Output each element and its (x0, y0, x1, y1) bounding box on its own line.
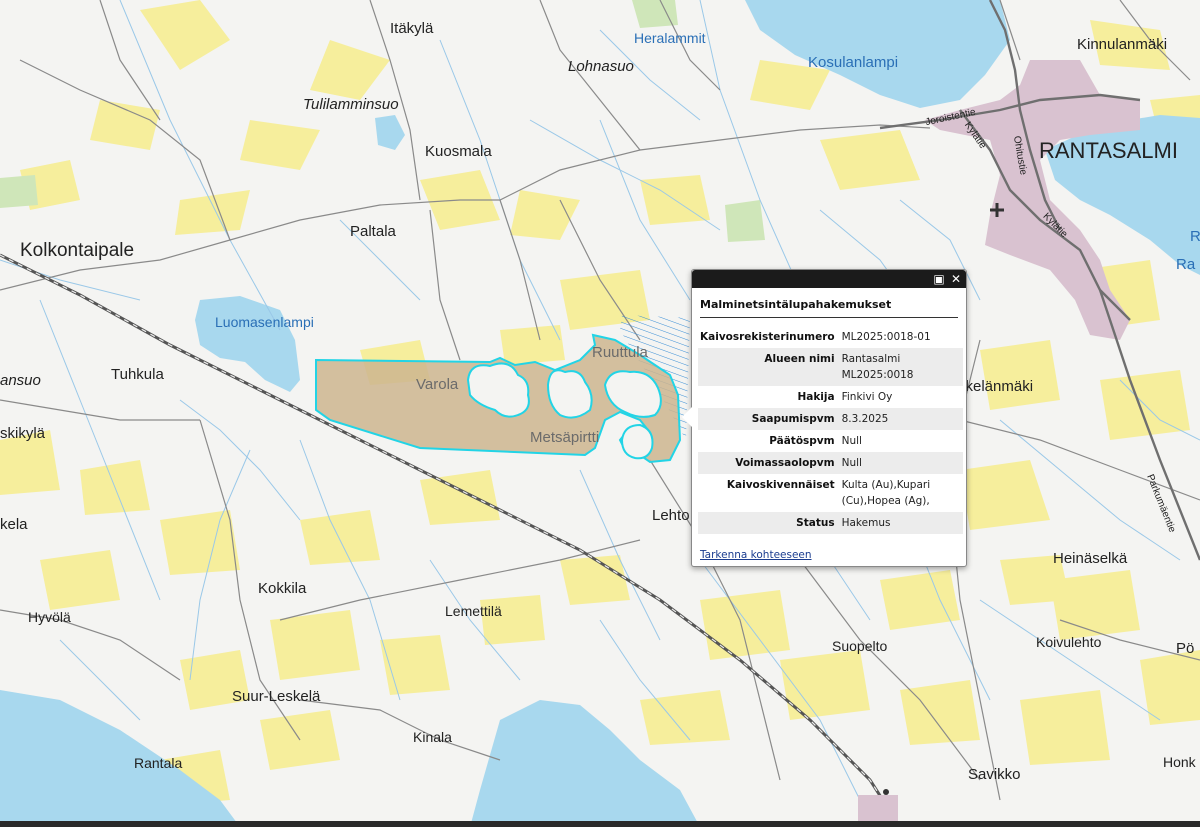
popup-layer-title: Malminetsintälupahakemukset (700, 298, 958, 318)
place-label-lemettila: Lemettilä (445, 603, 502, 619)
place-label-hyvola: Hyvölä (28, 609, 71, 625)
place-label-tulilamminsuo: Tulilamminsuo (303, 96, 399, 113)
attr-key: Saapumispvm (698, 408, 840, 430)
place-label-kinnulanmaki: Kinnulanmäki (1077, 36, 1168, 53)
table-row: Voimassaolopvm Null (698, 452, 963, 474)
place-label-luomasenlampi: Luomasenlampi (215, 314, 314, 330)
popup-titlebar: ▣ ✕ (692, 270, 966, 288)
table-row: Kaivosrekisterinumero ML2025:0018-01 (698, 326, 963, 348)
maximize-icon[interactable]: ▣ (932, 272, 946, 286)
place-label-lohnasuo: Lohnasuo (568, 58, 634, 75)
place-label-honk: Honk (1163, 754, 1196, 770)
attr-key: Päätöspvm (769, 435, 835, 447)
place-label-suopelto: Suopelto (832, 638, 888, 654)
attr-key: Voimassaolopvm (698, 452, 840, 474)
feature-info-popup: ▣ ✕ Malminetsintälupahakemukset Kaivosre… (682, 269, 967, 567)
place-label-ra-cut: Ra (1176, 256, 1196, 273)
place-label-rantala: Rantala (134, 755, 183, 771)
place-label-rantasalmi: RANTASALMI (1039, 138, 1178, 163)
attr-value: Finkivi Oy (841, 391, 893, 403)
place-label-kuosmala: Kuosmala (425, 143, 492, 160)
attr-value: Null (841, 435, 862, 447)
place-label-kolkontaipale: Kolkontaipale (20, 240, 135, 261)
bottom-edge-bar (0, 821, 1200, 827)
popup-pointer (682, 407, 692, 427)
place-label-varola: Varola (416, 376, 459, 393)
place-label-ruuttula: Ruuttula (592, 344, 648, 361)
attr-key: Kaivoskivennäiset (726, 479, 835, 491)
attr-key: Kaivosrekisterinumero (700, 331, 835, 343)
place-label-po: Pö (1176, 640, 1195, 657)
attr-value: ML2025:0018-01 (841, 331, 931, 343)
attr-value: Rantasalmi ML2025:0018 (839, 348, 963, 386)
table-row: Päätöspvm Null (698, 430, 963, 452)
place-label-kosulanlampi: Kosulanlampi (808, 54, 899, 71)
table-row: Status Hakemus (698, 512, 963, 534)
place-label-heinaselka: Heinäselkä (1053, 550, 1128, 567)
place-label-skikyla: skikylä (0, 425, 46, 442)
map-canvas[interactable] (0, 0, 1200, 827)
place-label-heralammit: Heralammit (634, 30, 706, 46)
place-label-r-cut: R (1190, 228, 1200, 245)
table-row: Alueen nimi Rantasalmi ML2025:0018 (698, 348, 963, 386)
place-label-itakyla: Itäkylä (390, 20, 434, 37)
table-row: Kaivoskivennäiset Kulta (Au),Kupari (Cu),… (698, 474, 963, 512)
place-label-skelanmaki: skelänmäki (958, 378, 1034, 395)
table-row: Hakija Finkivi Oy (698, 386, 963, 408)
close-icon[interactable]: ✕ (949, 272, 963, 286)
place-label-koivulehto: Koivulehto (1036, 634, 1102, 650)
place-label-kinala: Kinala (413, 729, 452, 745)
place-label-tuhkula: Tuhkula (111, 366, 164, 383)
attr-key: Alueen nimi (698, 348, 840, 386)
place-label-suurleskela: Suur-Leskelä (232, 688, 321, 705)
attr-value: 8.3.2025 (839, 408, 963, 430)
attr-value: Hakemus (839, 512, 963, 534)
attr-key: Status (698, 512, 840, 534)
place-label-paltala: Paltala (350, 223, 396, 240)
place-label-savikko: Savikko (968, 766, 1021, 783)
zoom-to-feature-link[interactable]: Tarkenna kohteeseen (700, 549, 812, 561)
place-label-kela: kela (0, 516, 28, 533)
attr-key: Hakija (797, 391, 835, 403)
attr-value: Null (839, 452, 963, 474)
place-label-ansuo: ansuo (0, 372, 41, 389)
place-label-metsapirtti: Metsäpirtti (530, 429, 600, 446)
table-row: Saapumispvm 8.3.2025 (698, 408, 963, 430)
place-label-kokkila: Kokkila (258, 580, 307, 597)
attribute-table: Kaivosrekisterinumero ML2025:0018-01 Alue… (698, 326, 963, 534)
attr-value: Kulta (Au),Kupari (Cu),Hopea (Ag), (841, 479, 931, 507)
place-label-lehto: Lehto (652, 507, 690, 524)
